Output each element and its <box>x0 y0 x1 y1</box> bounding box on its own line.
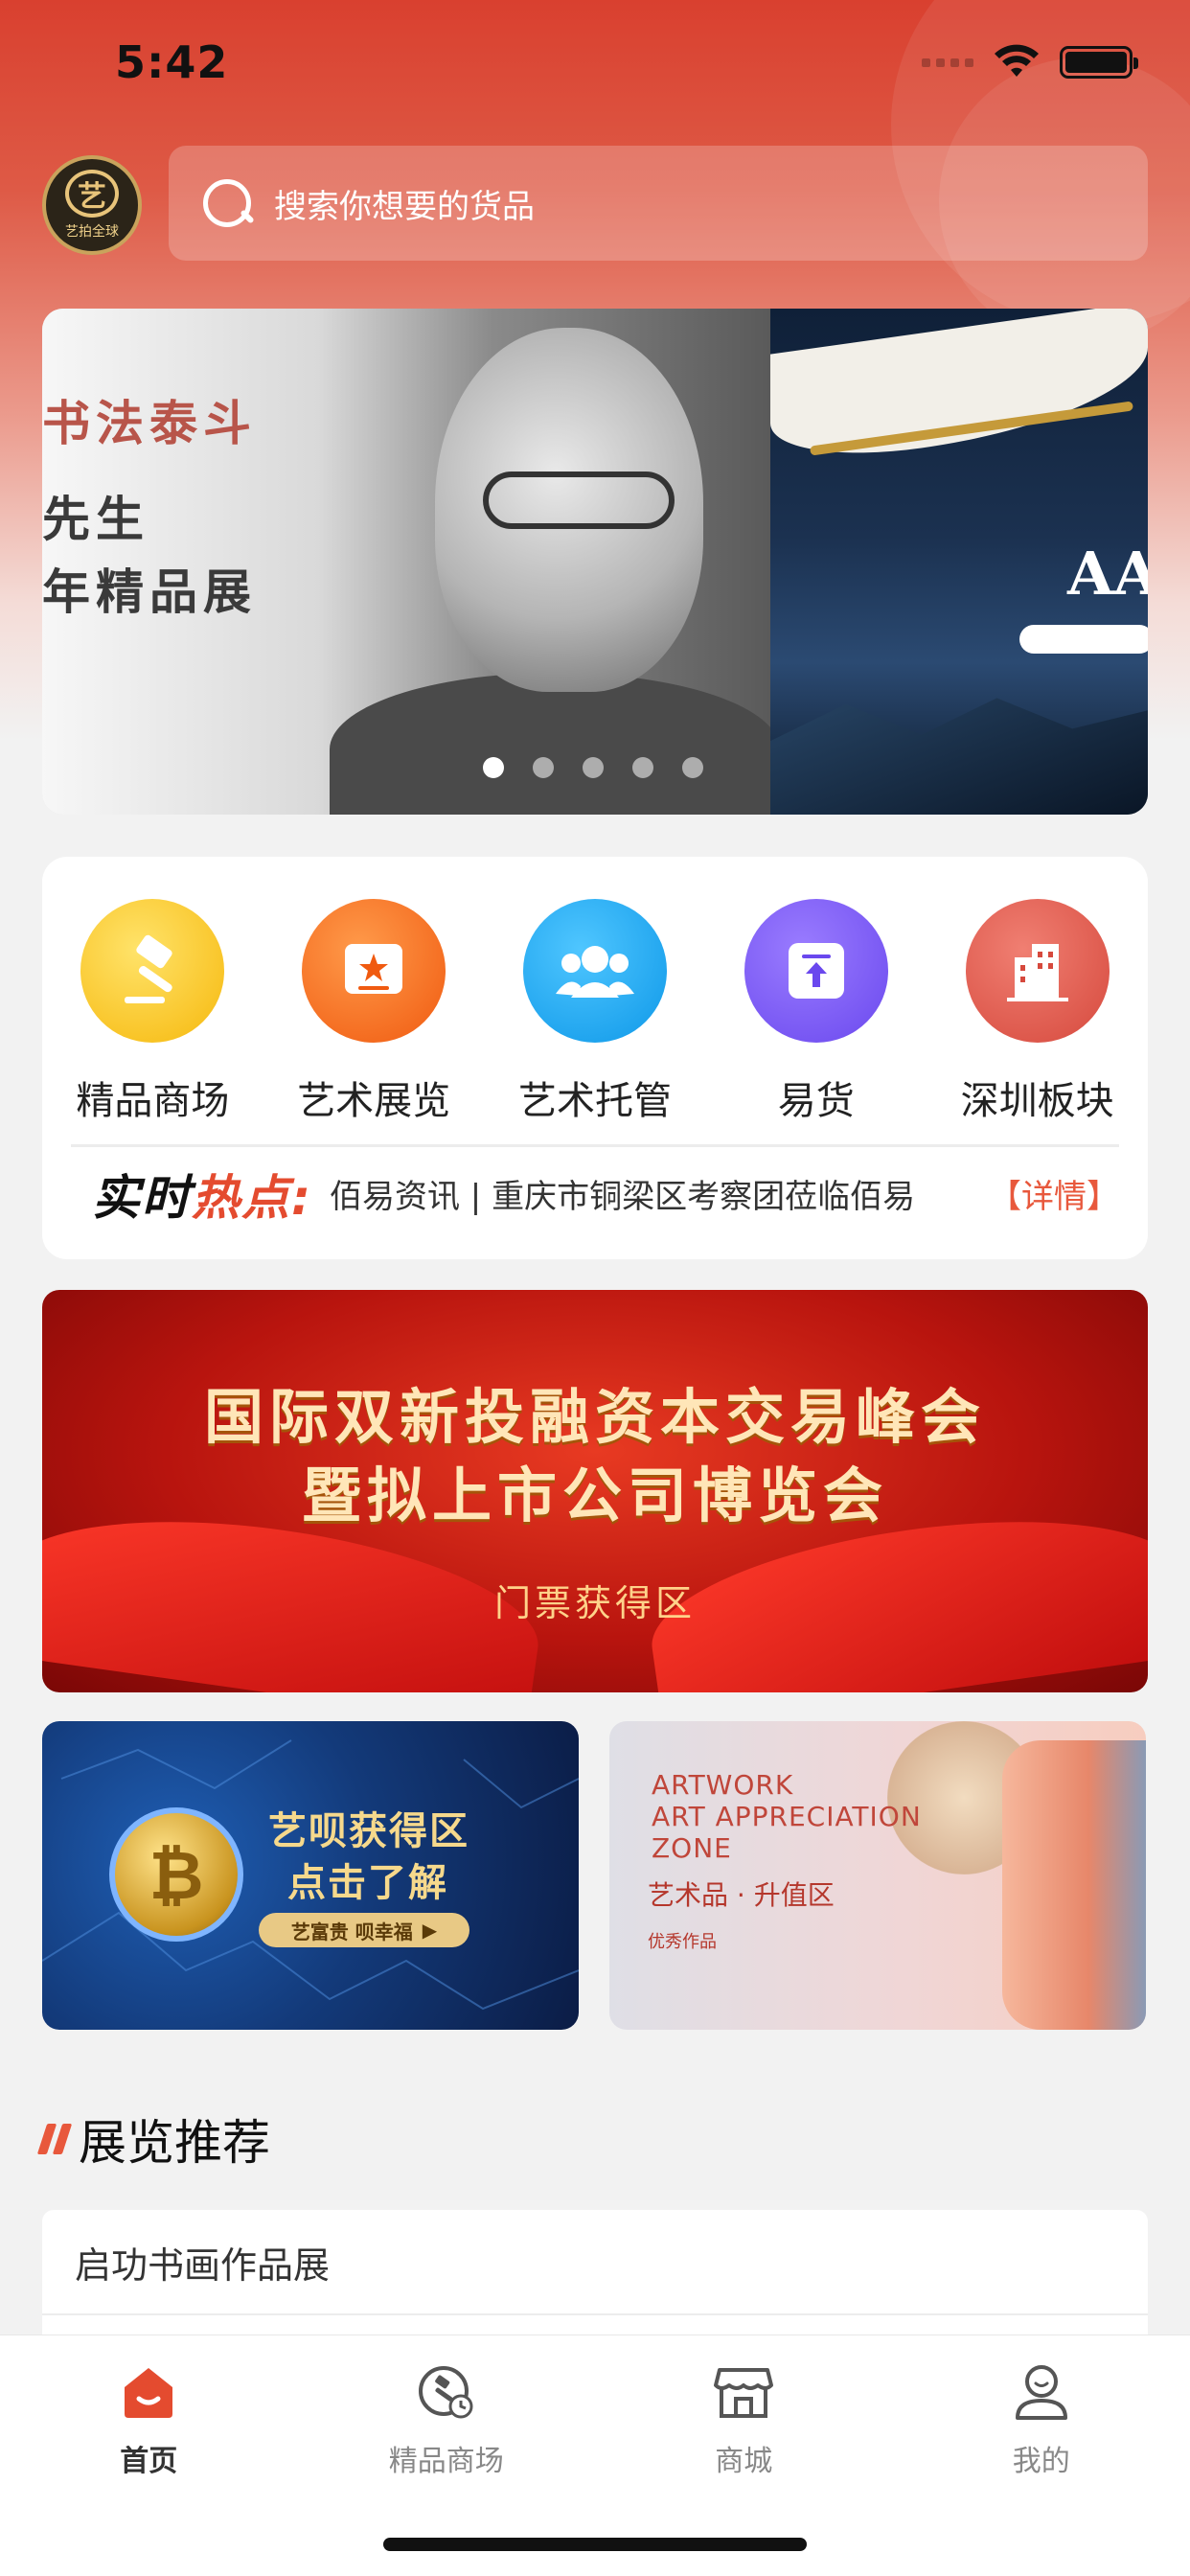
tile-title: 艺呗获得区 <box>268 1809 469 1853</box>
promo-line-2: 暨拟上市公司博览会 <box>301 1460 888 1530</box>
tile-title: 艺术品 · 升值区 <box>648 1879 835 1911</box>
exhibition-star-icon <box>302 899 446 1043</box>
home-icon <box>125 2368 173 2418</box>
tile-subtitle: 点击了解 <box>287 1861 448 1905</box>
carousel-dots <box>483 757 703 778</box>
logo-text: 艺拍全球 <box>65 224 119 240</box>
promo-line-1: 国际双新投融资本交易峰会 <box>203 1382 986 1452</box>
tab-profile[interactable]: 我的 <box>946 2360 1137 2479</box>
promo-line-3: 门票获得区 <box>493 1582 696 1624</box>
list-item[interactable]: 启功书画作品展 <box>42 2210 1148 2315</box>
art-stroke <box>1019 625 1148 654</box>
tile-english-line: ART APPRECIATION <box>652 1801 922 1832</box>
banner-slide-text: AA <box>1067 539 1148 609</box>
menu-item-label: 精品商场 <box>76 1079 230 1123</box>
search-icon <box>199 175 255 231</box>
auction-hammer-icon <box>80 899 225 1043</box>
hotspot-title-red: 热点 <box>192 1169 291 1226</box>
tile-pill-text: 艺富贵 呗幸福 <box>290 1920 413 1944</box>
carousel-dot[interactable] <box>682 757 703 778</box>
art-appreciation-tile[interactable]: ARTWORK ART APPRECIATION ZONE 艺术品 · 升值区 … <box>609 1721 1146 2030</box>
menu-item-art-custody[interactable]: 艺术托管 <box>499 899 691 1125</box>
tile-subtitle: 优秀作品 <box>648 1932 717 1952</box>
portrait-body <box>330 673 780 815</box>
tile-english-line: ZONE <box>652 1832 732 1864</box>
menu-item-art-exhibition[interactable]: 艺术展览 <box>278 899 469 1125</box>
menu-item-label: 易货 <box>777 1079 855 1123</box>
menu-item-barter[interactable]: 易货 <box>721 899 912 1125</box>
menu-item-shenzhen[interactable]: 深圳板块 <box>942 899 1133 1125</box>
menu-item-boutique-mall[interactable]: 精品商场 <box>57 899 248 1125</box>
scroll-decoration <box>1002 1740 1146 2030</box>
auction-clock-icon <box>418 2366 473 2419</box>
carousel-dot[interactable] <box>632 757 653 778</box>
search-placeholder: 搜索你想要的货品 <box>274 187 535 226</box>
tab-boutique-mall[interactable]: 精品商场 <box>351 2360 542 2479</box>
quick-menu: 精品商场 艺术展览 艺术托管 易货 深圳板块 <box>42 899 1148 1125</box>
carousel-dot[interactable] <box>483 757 504 778</box>
section-title-text: 展览推荐 <box>79 2115 270 2171</box>
hotspot-detail-link[interactable]: 【详情】 <box>989 1170 1119 1217</box>
carousel-dot[interactable] <box>583 757 604 778</box>
hotspot-ticker[interactable]: 实时热点: 佰易资讯 | 重庆市铜梁区考察团莅临佰易 【详情】 <box>71 1144 1119 1240</box>
art-mountain <box>770 698 1148 815</box>
tab-store[interactable]: 商城 <box>648 2360 839 2479</box>
store-icon <box>714 2368 774 2418</box>
carousel-dot[interactable] <box>533 757 554 778</box>
exhibition-list: 启功书画作品展 <box>42 2210 1148 2334</box>
tab-label: 我的 <box>1012 2445 1070 2478</box>
banner-carousel[interactable]: 书法泰斗 先生 年精品展 AA <box>42 309 1148 815</box>
page: 5:42 艺 艺拍全球 搜索你想要的货品 书法泰斗 先生 年精品展 AA 精品商… <box>0 0 1190 2576</box>
banner-slide-line: 书法泰斗 <box>42 395 257 451</box>
hotspot-colon: : <box>291 1169 312 1226</box>
status-icons <box>922 44 1138 80</box>
section-title-mark <box>36 2124 73 2154</box>
hotspot-title: 实时热点: <box>92 1160 312 1229</box>
menu-item-label: 艺术展览 <box>297 1079 451 1123</box>
hotspot-title-black: 实时 <box>92 1169 192 1226</box>
coin-icon <box>109 1807 243 1942</box>
portrait-glasses <box>483 472 675 529</box>
menu-card: 精品商场 艺术展览 艺术托管 易货 深圳板块 实时热点: 佰易资讯 | 重庆市铜… <box>42 857 1148 1259</box>
app-logo[interactable]: 艺 艺拍全球 <box>42 155 142 255</box>
hotspot-text: 佰易资讯 | 重庆市铜梁区考察团莅临佰易 <box>330 1178 916 1216</box>
section-title: 展览推荐 <box>36 2104 270 2174</box>
banner-slide-line: 年精品展 <box>42 564 257 620</box>
tab-label: 首页 <box>120 2445 178 2478</box>
tab-label: 精品商场 <box>388 2445 504 2478</box>
tab-home[interactable]: 首页 <box>53 2360 244 2479</box>
home-indicator[interactable] <box>383 2538 807 2551</box>
tile-english-text: ARTWORK ART APPRECIATION ZONE <box>652 1769 922 1864</box>
building-icon <box>965 899 1110 1043</box>
tabs: 首页 精品商场 商城 我的 <box>0 2335 1190 2479</box>
status-bar: 5:42 <box>0 0 1190 134</box>
menu-item-label: 艺术托管 <box>517 1079 672 1123</box>
tile-english-line: ARTWORK <box>652 1769 794 1801</box>
cellular-signal-icon <box>922 58 973 67</box>
play-icon: ▶ <box>422 1919 438 1942</box>
logo-mark: 艺 <box>65 170 119 218</box>
search-bar[interactable]: 搜索你想要的货品 <box>169 146 1148 261</box>
yibei-zone-tile[interactable]: 艺呗获得区 点击了解 艺富贵 呗幸福 ▶ <box>42 1721 579 2030</box>
wifi-icon <box>995 44 1039 77</box>
tile-pill[interactable]: 艺富贵 呗幸福 ▶ <box>259 1913 469 1947</box>
profile-icon <box>1015 2365 1067 2420</box>
menu-item-label: 深圳板块 <box>960 1079 1114 1123</box>
banner-slide-line: 先生 <box>42 491 149 547</box>
banner-slide-art[interactable]: AA <box>770 309 1148 815</box>
status-time: 5:42 <box>115 36 229 88</box>
users-icon <box>522 899 667 1043</box>
banner-slide-calligraphy[interactable]: 书法泰斗 先生 年精品展 <box>42 309 780 815</box>
tab-label: 商城 <box>715 2445 773 2478</box>
summit-promo-banner[interactable]: 国际双新投融资本交易峰会 暨拟上市公司博览会 门票获得区 <box>42 1290 1148 1692</box>
battery-icon <box>1060 46 1138 79</box>
upload-box-icon <box>744 899 888 1043</box>
